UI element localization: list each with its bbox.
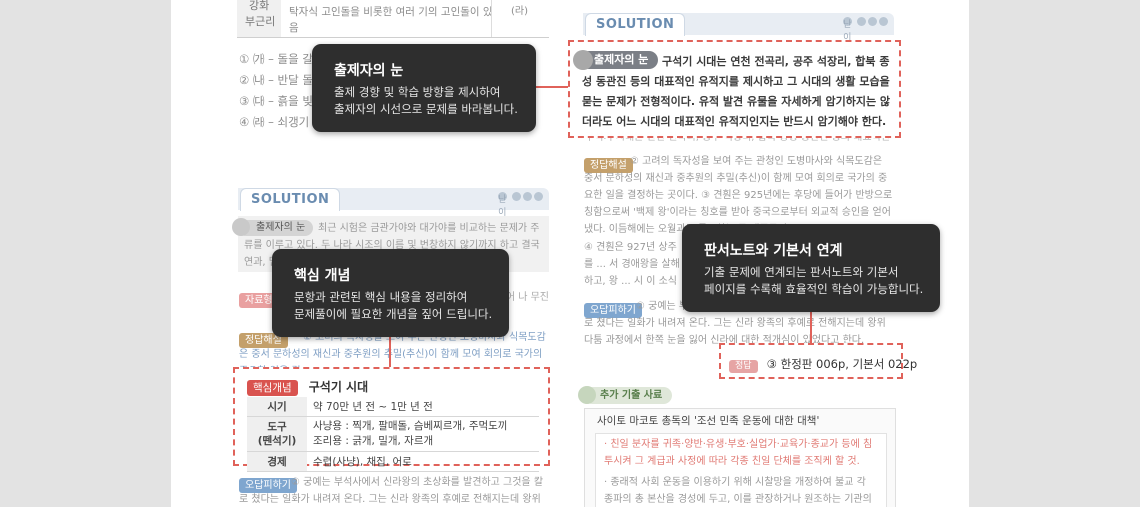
right-solution-tab: SOLUTION bbox=[585, 13, 686, 36]
keyconcept-table: 시기 약 70만 년 전 ~ 1만 년 전 도구 (뗀석기) 사냥용 : 찍개,… bbox=[247, 397, 539, 472]
tooltip-notes-title: 판서노트와 기본서 연계 bbox=[704, 243, 843, 259]
connector-keyconcept bbox=[389, 336, 391, 367]
examiner-box: 출제자의 눈 구석기 시대는 연천 전곡리, 공주 석장리, 합북 종성 동관진… bbox=[568, 40, 901, 138]
tooltip-examiner: 출제자의 눈 출제 경향 및 학습 방향을 제시하여 출제자의 시선으로 문제를… bbox=[312, 44, 536, 132]
table-row: 도구 (뗀석기) 사냥용 : 찍개, 팔매돌, 슴베찌르개, 주먹도끼 조리용 … bbox=[247, 416, 539, 452]
top-table: 강화 부근리 탁자식 고인돌을 비롯한 여러 기의 고인돌이 있 음 (라) bbox=[237, 0, 549, 38]
tooltip-keyconcept-title: 핵심 개념 bbox=[294, 268, 351, 284]
table-row: 경제 수렵(사냥), 채집, 어로 bbox=[247, 451, 539, 472]
tooltip-examiner-title: 출제자의 눈 bbox=[334, 63, 404, 79]
choice-1[interactable]: ① ㈎ – 돌을 갈 bbox=[239, 50, 313, 71]
choices-list: ① ㈎ – 돌을 갈 ② ㈏ – 반달 돌 ③ ㈐ – 흙을 빚 ④ ㈑ – 쇠… bbox=[239, 50, 313, 134]
left-wrong-row: 오답피하기 ② 궁예는 부석사에서 신라왕의 초상화를 발견하고 그것을 칼로 … bbox=[239, 473, 551, 505]
answer-badge: 정답 bbox=[729, 360, 758, 373]
table-option: (라) bbox=[511, 6, 529, 17]
keyconcept-badge: 핵심개념 bbox=[247, 380, 298, 396]
row-value: 약 70만 년 전 ~ 1만 년 전 bbox=[307, 397, 539, 417]
extra-title: 사이토 마코토 총독의 '조선 민족 운동에 대한 대책' bbox=[597, 415, 820, 427]
left-solution-bar: SOLUTION 난이도 bbox=[238, 188, 549, 231]
row-head: 도구 (뗀석기) bbox=[247, 416, 307, 452]
tooltip-keyconcept: 핵심 개념 문항과 관련된 핵심 내용을 정리하여 문제풀이에 필요한 개념을 … bbox=[272, 249, 509, 337]
extra-item-1: · 친일 분자를 귀족·양반·유생·부호·실업가·교육가·종교가 등에 침투시켜… bbox=[604, 439, 873, 467]
connector-examiner bbox=[535, 86, 568, 88]
right-solution-bar: SOLUTION 난이도 bbox=[583, 13, 894, 56]
table-text-2: 음 bbox=[289, 22, 299, 34]
right-answer-block: 정답해설 ② 고려의 독자성을 보여 주는 관청인 도병마사와 식목도감은 중서… bbox=[584, 153, 896, 287]
extra-item-2: · 종래적 사회 운동을 이용하기 위해 시찰망을 개정하여 불교 각 종파의 … bbox=[604, 477, 872, 505]
extra-avatar bbox=[578, 386, 596, 404]
tooltip-examiner-desc: 출제 경향 및 학습 방향을 제시하여 출제자의 시선으로 문제를 바라봅니다. bbox=[334, 85, 518, 116]
right-difficulty: 난이도 bbox=[841, 17, 888, 56]
extra-label: 추가 기출 사료 bbox=[584, 387, 673, 404]
left-difficulty: 난이도 bbox=[496, 192, 543, 231]
row-value: 수렵(사냥), 채집, 어로 bbox=[307, 451, 539, 472]
tooltip-keyconcept-desc: 문항과 관련된 핵심 내용을 정리하여 문제풀이에 필요한 개념을 짚어 드립니… bbox=[294, 290, 493, 321]
row-head: 시기 bbox=[247, 397, 307, 417]
extra-label-text: 추가 기출 사료 bbox=[600, 390, 663, 401]
table-row: 시기 약 70만 년 전 ~ 1만 년 전 bbox=[247, 397, 539, 417]
extra-source: 추가 기출 사료 사이토 마코토 총독의 '조선 민족 운동에 대한 대책' ·… bbox=[578, 386, 896, 507]
row-value: 사냥용 : 찍개, 팔매돌, 슴베찌르개, 주먹도끼 조리용 : 긁개, 밀개,… bbox=[307, 416, 539, 452]
row-head: 경제 bbox=[247, 451, 307, 472]
right-answer-text-2: ④ 견훤은 927년 상주를 ... 서 경애왕을 살해하고, 왕 ... 시 … bbox=[584, 242, 680, 287]
choice-3[interactable]: ③ ㈐ – 흙을 빚 bbox=[239, 92, 313, 113]
tooltip-notes-desc: 기출 문제에 연계되는 판서노트와 기본서 페이지를 수록해 효율적인 학습이 … bbox=[704, 265, 924, 296]
answer-reference: ③ 한정판 006p, 기본서 022p bbox=[766, 357, 918, 371]
keyconcept-box: 핵심개념 구석기 시대 시기 약 70만 년 전 ~ 1만 년 전 도구 (뗀석… bbox=[233, 367, 550, 472]
keyconcept-title: 구석기 시대 bbox=[308, 380, 369, 394]
left-solution-tab: SOLUTION bbox=[240, 188, 341, 211]
table-text-1: 탁자식 고인돌을 비롯한 여러 기의 고인돌이 있 bbox=[289, 6, 493, 18]
answer-box: 정답 ③ 한정판 006p, 기본서 022p bbox=[719, 343, 917, 379]
left-wrong-text: ② 궁예는 부석사에서 신라왕의 초상화를 발견하고 그것을 칼로 쳤다는 일화… bbox=[239, 477, 544, 505]
choice-4[interactable]: ④ ㈑ – 쇠갱기 bbox=[239, 113, 313, 134]
examiner-text: 구석기 시대는 연천 전곡리, 공주 석장리, 합북 종성 동관진 등의 대표적… bbox=[582, 55, 891, 128]
choice-2[interactable]: ② ㈏ – 반달 돌 bbox=[239, 71, 313, 92]
connector-answer bbox=[810, 311, 812, 343]
table-label-2: 부근리 bbox=[245, 15, 276, 28]
tooltip-notes: 판서노트와 기본서 연계 기출 문제에 연계되는 판서노트와 기본서 페이지를 … bbox=[682, 224, 940, 312]
